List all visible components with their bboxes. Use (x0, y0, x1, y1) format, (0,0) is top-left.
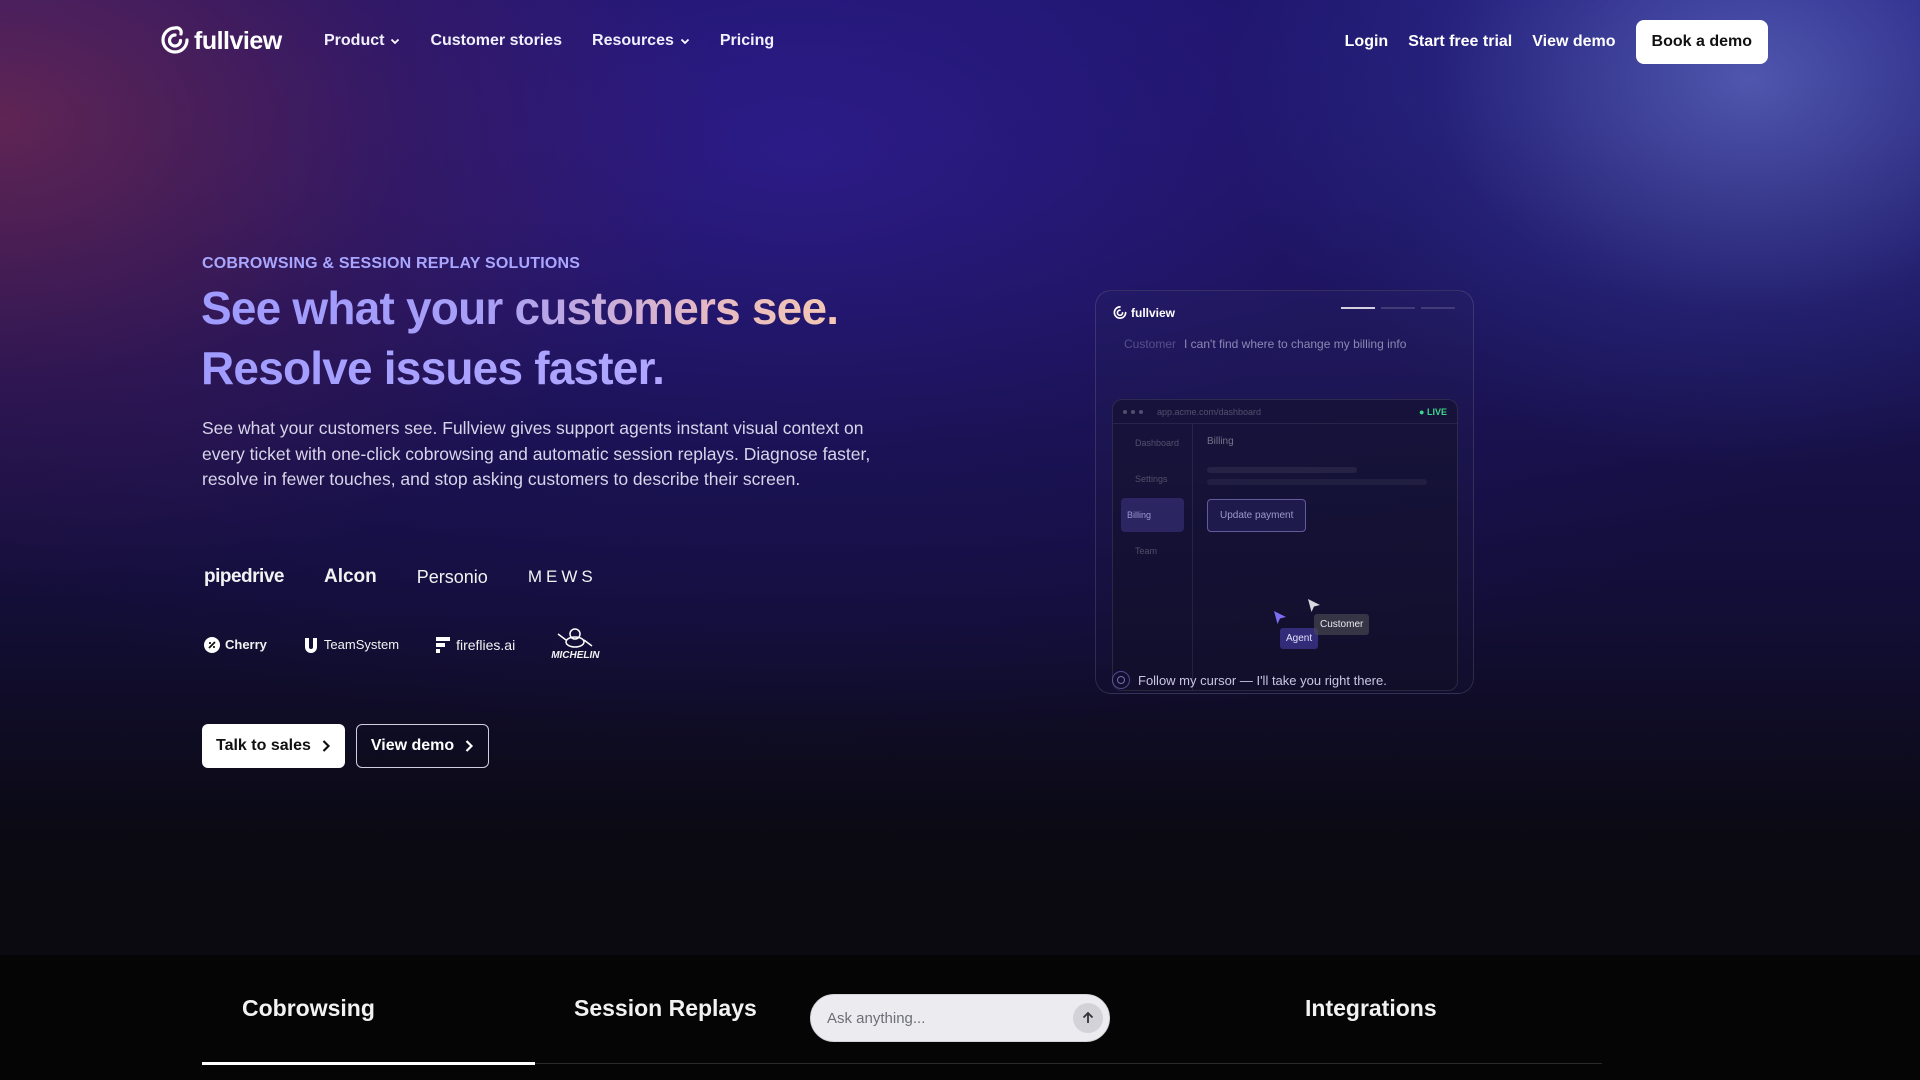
hero-eyebrow: COBROWSING & SESSION REPLAY SOLUTIONS (202, 255, 581, 272)
headline-line-2: Resolve issues faster. (201, 338, 838, 398)
tab-cobrowsing[interactable]: Cobrowsing (242, 995, 375, 1022)
skeleton-line (1207, 467, 1357, 473)
agent-message: Follow my cursor — I'll take you right t… (1112, 671, 1387, 689)
nav-pricing-label: Pricing (719, 32, 775, 49)
nav-customer-stories-label: Customer stories (430, 32, 563, 49)
live-badge: ● LIVE (1419, 407, 1447, 417)
view-demo-label: View demo (370, 737, 455, 754)
ask-anything-input[interactable] (827, 1009, 1073, 1027)
view-demo-link[interactable]: View demo (1532, 33, 1615, 51)
chevron-right-icon (465, 740, 474, 752)
mews-logo: MEWS (527, 567, 597, 586)
hero-headline: See what your customers see. Resolve iss… (201, 278, 839, 398)
talk-to-sales-label: Talk to sales (216, 737, 311, 754)
customer-cursor-tag: Customer (1314, 614, 1370, 635)
agent-cursor-icon (1274, 611, 1286, 624)
chevron-right-icon (322, 740, 330, 752)
progress-step (1421, 307, 1455, 309)
mock-sidebar-item: Team (1135, 546, 1158, 556)
hero-background (0, 0, 1920, 1080)
customer-message-sender: Customer (1124, 337, 1177, 351)
view-demo-button[interactable]: View demo (355, 724, 490, 768)
chevron-down-icon (680, 38, 690, 45)
start-trial-link[interactable]: Start free trial (1408, 33, 1512, 51)
agent-message-text: Follow my cursor — I'll take you right t… (1138, 672, 1387, 688)
ask-anything-box (810, 994, 1110, 1042)
send-button[interactable] (1073, 1003, 1103, 1033)
customer-message-text: I can't find where to change my billing … (1184, 337, 1407, 351)
fullview-logo-icon (161, 26, 189, 54)
teamsystem-logo: TeamSystem (303, 636, 399, 654)
headline-line-1: See what your customers see. (201, 278, 839, 338)
tab-session-replays[interactable]: Session Replays (574, 995, 757, 1022)
active-tab-indicator (202, 1062, 535, 1065)
mock-browser-window: app.acme.com/dashboard ● LIVE Dashboard … (1112, 399, 1458, 691)
chevron-down-icon (391, 38, 400, 45)
tabs-divider (535, 1063, 1602, 1064)
hero-cta-row: Talk to sales View demo (202, 724, 490, 768)
progress-step (1381, 307, 1415, 309)
nav-resources-label: Resources (592, 32, 674, 49)
brand-name: fullview (194, 26, 282, 55)
personio-logo: Personio (416, 566, 488, 587)
main-menu: Product Customer stories Resources Prici… (324, 32, 774, 50)
nav-product-label: Product (324, 32, 385, 49)
top-navigation: fullview Product Customer stories Resour… (0, 0, 1920, 84)
nav-customer-stories[interactable]: Customer stories (430, 32, 562, 50)
fireflies-logo-text: fireflies.ai (456, 636, 516, 653)
agent-avatar-icon (1112, 671, 1130, 689)
login-link[interactable]: Login (1345, 33, 1389, 51)
fireflies-mark-icon (436, 636, 451, 653)
customer-message: Customer I can't find where to change my… (1124, 337, 1406, 351)
book-demo-button[interactable]: Book a demo (1635, 20, 1768, 64)
michelin-logo-text: MICHELIN (551, 650, 600, 661)
cherry-logo: Cherry (204, 636, 267, 653)
fullview-logo-icon (1113, 306, 1127, 319)
mock-update-payment-button: Update payment (1207, 499, 1307, 532)
agent-cursor-tag: Agent (1280, 628, 1319, 649)
mock-sidebar-item-active: Billing (1121, 498, 1184, 532)
cherry-logo-text: Cherry (225, 637, 267, 652)
pipedrive-logo: pipedrive (204, 566, 284, 587)
demo-brand-name: fullview (1131, 306, 1176, 320)
mock-main-area: Billing Update payment (1207, 436, 1443, 532)
mock-sidebar: Dashboard Settings Billing Team (1113, 424, 1193, 690)
brand-logo[interactable]: fullview (160, 24, 282, 58)
nav-actions: Login Start free trial View demo Book a … (1345, 20, 1768, 64)
michelin-logo: MICHELIN (551, 628, 600, 661)
window-dot (1139, 409, 1143, 414)
demo-progress-indicator (1341, 307, 1455, 309)
teamsystem-logo-text: TeamSystem (323, 637, 400, 652)
cherry-mark-icon (204, 636, 220, 653)
tab-integrations[interactable]: Integrations (1305, 995, 1437, 1022)
customer-logos-row-2: Cherry TeamSystem fireflies.ai MICHELIN (204, 628, 600, 661)
skeleton-line (1207, 479, 1427, 485)
mock-browser-bar: app.acme.com/dashboard ● LIVE (1113, 400, 1457, 424)
window-dot (1123, 409, 1127, 414)
nav-product[interactable]: Product (324, 32, 400, 50)
cobrowse-demo-card: fullview Customer I can't find where to … (1095, 290, 1474, 694)
mock-url: app.acme.com/dashboard (1157, 406, 1262, 417)
teamsystem-mark-icon (304, 637, 317, 653)
michelin-man-icon (557, 628, 593, 648)
hero-description: See what your customers see. Fullview gi… (202, 418, 871, 489)
arrow-up-icon (1082, 1011, 1094, 1023)
nav-resources[interactable]: Resources (592, 32, 690, 50)
nav-pricing[interactable]: Pricing (720, 32, 774, 50)
alcon-logo: Alcon (323, 566, 377, 587)
mock-section-title: Billing (1207, 436, 1234, 447)
mock-sidebar-item: Settings (1135, 474, 1168, 484)
talk-to-sales-button[interactable]: Talk to sales (202, 724, 345, 768)
fireflies-logo: fireflies.ai (435, 636, 515, 654)
customer-cursor-icon (1308, 599, 1320, 612)
window-dot (1131, 409, 1135, 414)
customer-logos-row-1: pipedrive Alcon Personio MEWS (204, 566, 597, 588)
mock-sidebar-item: Dashboard (1135, 438, 1180, 448)
demo-brand-logo: fullview (1112, 305, 1175, 321)
progress-step (1341, 307, 1375, 309)
